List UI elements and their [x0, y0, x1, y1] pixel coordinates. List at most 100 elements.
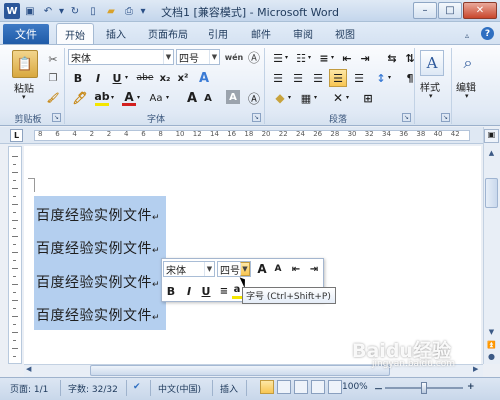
highlight-dropdown-icon[interactable]: ▾ [111, 94, 114, 101]
font-color-dropdown-icon[interactable]: ▾ [137, 94, 140, 101]
chevron-down-icon[interactable]: ▼ [163, 50, 173, 64]
new-document-icon[interactable]: ▯ [85, 3, 101, 19]
document-line[interactable]: 百度经验实例文件↵ [36, 238, 160, 258]
language-indicator[interactable]: 中文(中国) [158, 382, 201, 395]
shading-icon[interactable]: ◆ [272, 90, 288, 106]
enclose-char-icon[interactable]: Ⓐ [246, 49, 262, 65]
styles-dropdown-icon[interactable]: ▾ [429, 92, 433, 100]
decrease-indent-icon[interactable]: ⇤ [339, 50, 355, 66]
show-marks-icon[interactable]: ¶ [402, 70, 418, 86]
bullets-dropdown-icon[interactable]: ▾ [285, 54, 288, 61]
underline-button[interactable]: U [109, 70, 125, 86]
subscript-button[interactable]: x₂ [157, 70, 173, 86]
change-case-button[interactable]: Aa [146, 90, 166, 106]
ruler-toggle-icon[interactable]: ▣ [484, 129, 499, 143]
scroll-down-icon[interactable]: ▼ [485, 325, 498, 338]
borders-icon[interactable]: ▦ [298, 90, 314, 106]
save-icon[interactable]: ▣ [22, 3, 38, 19]
shading-dropdown-icon[interactable]: ▾ [288, 94, 291, 101]
copy-icon[interactable]: ❐ [45, 70, 61, 86]
undo-icon[interactable]: ↶ [40, 3, 56, 19]
line-spacing-icon[interactable]: ↕ [373, 70, 389, 86]
superscript-button[interactable]: x² [175, 70, 191, 86]
align-left-icon[interactable]: ☰ [270, 70, 286, 86]
document-line[interactable]: 百度经验实例文件↵ [36, 272, 160, 292]
line-spacing-dropdown-icon[interactable]: ▾ [388, 74, 391, 81]
font-family-combo[interactable]: 宋体 ▼ [68, 49, 174, 65]
multilevel-list-icon[interactable]: ≡ [316, 50, 332, 66]
sort-icon[interactable]: ⇅ [402, 50, 418, 66]
font-launcher-icon[interactable]: ↘ [252, 113, 261, 122]
paste-dropdown-icon[interactable]: ▾ [22, 93, 26, 101]
customize-qat-icon[interactable]: ▾ [139, 3, 147, 19]
tab-selector-button[interactable]: L [10, 129, 23, 142]
font-color-icon[interactable]: A [122, 90, 136, 106]
zoom-level[interactable]: 100% [342, 382, 368, 392]
tab-page-layout[interactable]: 页面布局 [148, 26, 188, 41]
italic-button[interactable]: I [90, 70, 106, 86]
web-layout-view-icon[interactable] [294, 380, 308, 394]
font-size-combo[interactable]: 四号 ▼ [176, 49, 220, 65]
format-painter-icon[interactable]: 🖊 [72, 90, 88, 106]
help-icon[interactable]: ? [481, 27, 494, 40]
character-shading-icon[interactable]: A [226, 90, 240, 104]
styles-launcher-icon[interactable]: ↘ [441, 113, 450, 122]
numbering-dropdown-icon[interactable]: ▾ [308, 54, 311, 61]
outline-view-icon[interactable] [311, 380, 325, 394]
bold-button[interactable]: B [70, 70, 86, 86]
maximize-button[interactable]: □ [438, 2, 462, 19]
mini-italic-button[interactable]: I [181, 283, 197, 299]
shrink-font-button[interactable]: A [200, 90, 216, 106]
cut-icon[interactable]: ✂ [45, 51, 61, 67]
justify-icon[interactable]: ☰ [329, 69, 347, 87]
binoculars-icon[interactable]: ⌕ [456, 50, 480, 76]
chevron-down-icon[interactable]: ▼ [204, 262, 214, 276]
horizontal-scroll-thumb[interactable] [90, 365, 390, 376]
full-screen-view-icon[interactable] [277, 380, 291, 394]
browse-object-icon[interactable]: ● [485, 350, 498, 363]
asian-layout-icon[interactable]: ⊞ [360, 90, 376, 106]
undo-dropdown-icon[interactable]: ▾ [58, 3, 65, 19]
quick-styles-icon[interactable]: A [420, 50, 444, 76]
vertical-scroll-thumb[interactable] [485, 178, 498, 208]
format-painter-icon[interactable]: 🖌 [45, 90, 61, 106]
chevron-down-icon[interactable]: ▼ [209, 50, 219, 64]
mini-shrink-font-button[interactable]: A [270, 261, 286, 277]
highlight-color-icon[interactable]: ab [94, 90, 110, 106]
open-folder-icon[interactable]: ▰ [103, 3, 119, 19]
clipboard-launcher-icon[interactable]: ↘ [52, 113, 61, 122]
tab-references[interactable]: 引用 [208, 26, 228, 41]
tab-home[interactable]: 开始 [56, 23, 94, 45]
tab-view[interactable]: 视图 [335, 26, 355, 41]
page-count[interactable]: 页面: 1/1 [10, 382, 48, 395]
zoom-slider-knob[interactable] [421, 382, 427, 394]
mini-font-size-combo[interactable]: 四号 ▼ [217, 261, 251, 277]
tab-mailings[interactable]: 邮件 [251, 26, 271, 41]
close-button[interactable]: ✕ [463, 2, 497, 19]
zoom-out-button[interactable]: － [374, 382, 383, 395]
chinese-layout-icon[interactable]: ⇆ [384, 50, 400, 66]
text-effects-icon[interactable]: A [196, 70, 212, 86]
mini-underline-button[interactable]: U [198, 283, 214, 299]
align-center-icon[interactable]: ☰ [290, 70, 306, 86]
underline-dropdown-icon[interactable]: ▾ [125, 74, 128, 81]
mini-bold-button[interactable]: B [163, 283, 179, 299]
mini-highlight-icon[interactable]: a [232, 283, 242, 299]
scroll-right-icon[interactable]: ▶ [473, 365, 478, 373]
paragraph-launcher-icon[interactable]: ↘ [402, 113, 411, 122]
scroll-left-icon[interactable]: ◀ [26, 365, 31, 373]
tab-insert[interactable]: 插入 [106, 26, 126, 41]
grow-font-button[interactable]: A [184, 90, 200, 106]
document-line[interactable]: 百度经验实例文件↵ [36, 205, 160, 225]
chevron-down-icon[interactable]: ▼ [240, 262, 250, 276]
mini-center-icon[interactable]: ≡ [216, 283, 232, 299]
document-line[interactable]: 百度经验实例文件↵ [36, 305, 160, 325]
mini-font-family-combo[interactable]: 宋体 ▼ [163, 261, 215, 277]
mini-grow-font-button[interactable]: A [254, 261, 270, 277]
editing-dropdown-icon[interactable]: ▾ [465, 92, 469, 100]
proofing-icon[interactable]: ✔ [133, 382, 141, 392]
paste-icon[interactable]: 📋 [12, 50, 38, 78]
change-case-dropdown-icon[interactable]: ▾ [166, 94, 169, 101]
strikethrough-button[interactable]: abe [135, 70, 155, 86]
word-logo-icon[interactable]: W [4, 3, 20, 19]
